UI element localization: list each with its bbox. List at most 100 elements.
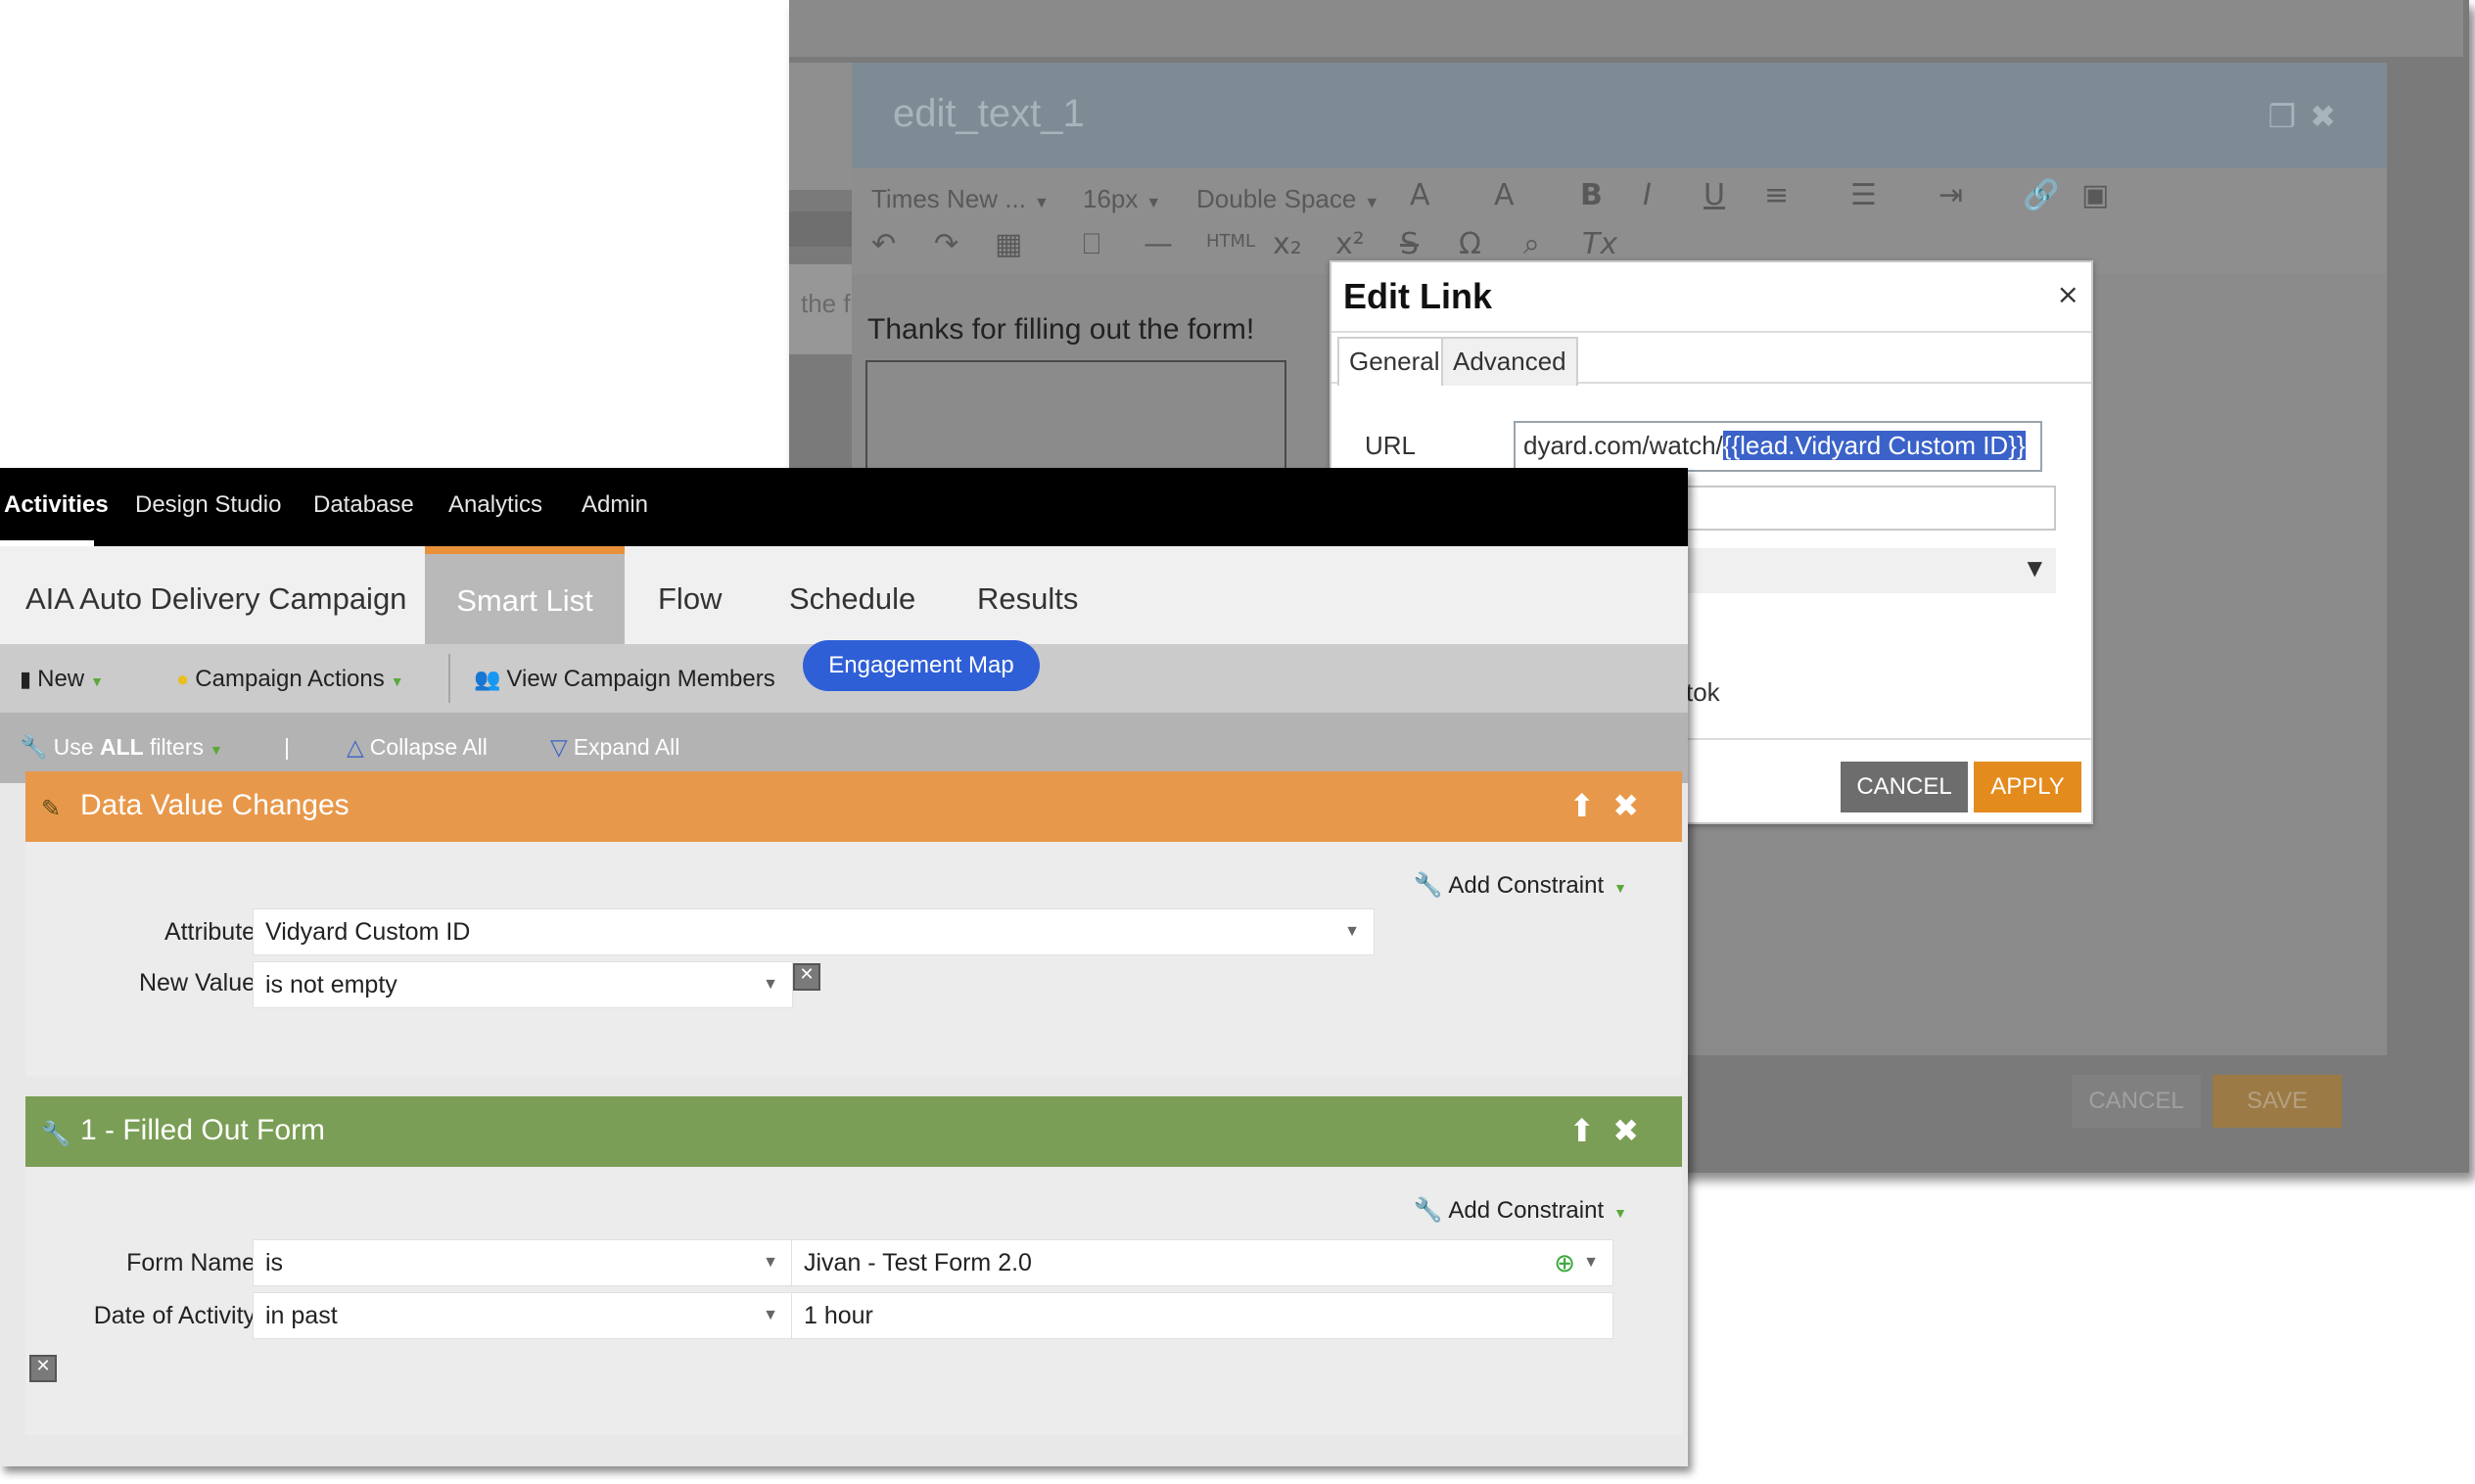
new-value-value: is not empty [265,971,397,998]
editor-save-button[interactable]: SAVE [2213,1075,2342,1128]
filter-filled-out-form: 🔧 1 - Filled Out Form ⬆✖ 🔧 Add Constraint… [25,1096,1682,1435]
form-name-value-select[interactable]: Jivan - Test Form 2.0 ⊕ ▼ [791,1239,1613,1286]
nav-activities[interactable]: Activities [4,491,109,519]
chevron-down-icon: ▼ [1613,880,1627,896]
date-operator-select[interactable]: in past ▼ [253,1292,793,1339]
link-icon[interactable]: 🔗 [2023,178,2059,212]
url-selected-token: {{lead.Vidyard Custom ID}} [1722,431,2026,460]
remove-filter-icon[interactable]: ✖ [1612,1112,1657,1149]
table-icon[interactable]: ▦ [995,227,1022,261]
chevron-down-icon: ▼ [390,673,404,689]
new-menu-button[interactable]: ▮ New ▼ [20,666,104,693]
chevron-down-icon: ▼ [763,1254,778,1271]
redo-icon[interactable]: ↷ [934,227,958,261]
tab-results[interactable]: Results [977,546,1078,644]
campaign-actions-button[interactable]: ● Campaign Actions ▼ [176,666,404,693]
tab-general[interactable]: General [1337,337,1452,386]
chevron-down-icon: ▼ [763,1307,778,1323]
image-icon[interactable]: ▣ [2081,178,2109,212]
nav-design-studio[interactable]: Design Studio [135,491,281,519]
superscript-icon[interactable]: x² [1335,227,1365,261]
expand-all-button[interactable]: ▽ Expand All [550,734,679,761]
lightbulb-icon: ● [176,667,190,691]
close-icon[interactable]: × [2057,278,2079,310]
align-icon[interactable]: ≡ [1764,178,1789,212]
tab-schedule[interactable]: Schedule [789,546,915,644]
nav-database[interactable]: Database [313,491,414,519]
form-name-value: Jivan - Test Form 2.0 [804,1249,1032,1276]
nav-analytics[interactable]: Analytics [448,491,542,519]
chevron-down-icon: ▼ [763,976,778,993]
close-icon[interactable]: ✖ [2310,98,2350,135]
tab-campaign-name[interactable]: AIA Auto Delivery Campaign [25,546,406,644]
remove-filter-icon[interactable]: ✖ [1612,787,1657,824]
italic-icon[interactable]: I [1643,178,1652,212]
edit-text-title: edit_text_1 [893,92,1085,135]
engagement-map-button[interactable]: Engagement Map [803,640,1040,691]
undo-icon[interactable]: ↶ [871,227,896,261]
attribute-select[interactable]: Vidyard Custom ID ▼ [253,908,1375,955]
font-family-select[interactable]: Times New ... ▼ [871,184,1050,214]
filter-title: Data Value Changes [80,789,350,821]
tab-flow[interactable]: Flow [658,546,722,644]
chevron-down-icon: ▼ [2027,556,2042,580]
toolbar-divider [448,654,450,703]
collapse-arrow-icon: △ [347,734,364,760]
clear-format-icon[interactable]: Tx [1582,227,1617,261]
background-color-icon[interactable]: A [1494,178,1515,212]
bold-icon[interactable]: B [1580,178,1603,212]
use-all-filters-menu[interactable]: 🔧 Use ALL filters ▼ [20,734,223,761]
remove-constraint-icon[interactable]: ✕ [793,963,820,991]
link-apply-button[interactable]: APPLY [1974,762,2081,812]
campaign-actions-label: Campaign Actions [195,666,385,692]
horizontal-rule-icon[interactable]: — [1144,227,1173,261]
add-value-icon[interactable]: ⊕ [1554,1240,1575,1285]
view-campaign-members-button[interactable]: 👥 View Campaign Members [474,666,775,693]
form-name-operator-select[interactable]: is ▼ [253,1239,793,1286]
collapse-all-button[interactable]: △ Collapse All [347,734,488,761]
move-up-icon[interactable]: ⬆ [1568,787,1612,824]
remove-constraint-icon[interactable]: ✕ [29,1355,57,1382]
rich-text-toolbar: Times New ... ▼ 16px ▼ Double Space ▼ A A B… [852,168,2387,274]
tab-advanced[interactable]: Advanced [1441,337,1578,386]
wrench-icon: 🔧 [1413,872,1443,899]
url-input[interactable]: dyard.com/watch/{{lead.Vidyard Custom ID… [1514,421,2042,472]
new-document-icon: ▮ [20,667,32,691]
tab-smart-list[interactable]: Smart List [425,546,625,652]
html-icon[interactable]: HTML [1206,231,1255,252]
filter-title: 1 - Filled Out Form [80,1114,326,1146]
filter-header: ✎ Data Value Changes ⬆✖ [25,771,1682,842]
expand-all-label: Expand All [573,734,680,760]
special-character-icon[interactable]: Ω [1459,227,1481,261]
filterbar-separator: | [284,734,290,760]
nav-admin[interactable]: Admin [582,491,648,519]
subscript-icon[interactable]: x₂ [1273,227,1302,261]
new-value-select[interactable]: is not empty ▼ [253,961,793,1008]
add-constraint-button[interactable]: 🔧 Add Constraint ▼ [1413,871,1627,900]
use-prefix: Use [53,734,100,760]
link-target-select[interactable]: ▼ [1684,548,2056,593]
editor-cancel-button[interactable]: CANCEL [2072,1075,2201,1128]
text-color-icon[interactable]: A [1410,178,1430,212]
maximize-icon[interactable]: ❐ [2268,98,2311,135]
strikethrough-icon[interactable]: S [1400,227,1419,261]
form-wrench-icon: 🔧 [41,1120,70,1147]
date-value-input[interactable]: 1 hour [791,1292,1613,1339]
link-text-field[interactable] [1684,486,2056,531]
new-value-label: New Value: [139,969,262,997]
link-cancel-button[interactable]: CANCEL [1841,762,1968,812]
window-buttons: ❐✖ [2268,98,2351,135]
line-spacing-select[interactable]: Double Space ▼ [1196,184,1379,214]
list-icon[interactable]: ☰ [1850,178,1877,212]
move-up-icon[interactable]: ⬆ [1568,1112,1612,1149]
font-size-select[interactable]: 16px ▼ [1083,184,1161,214]
edit-link-header: Edit Link × [1331,262,2091,333]
background-header-strip [789,0,2463,57]
url-prefix-text: dyard.com/watch/ [1523,431,1723,460]
chevron-down-icon: ▼ [1364,195,1380,211]
indent-icon[interactable]: ⇥ [1938,178,1963,212]
add-constraint-button[interactable]: 🔧 Add Constraint ▼ [1413,1196,1627,1225]
bookmark-icon[interactable]: ⎕ [1083,227,1100,261]
underline-icon[interactable]: U [1704,178,1725,212]
find-replace-icon[interactable]: ⌕ [1523,227,1540,261]
